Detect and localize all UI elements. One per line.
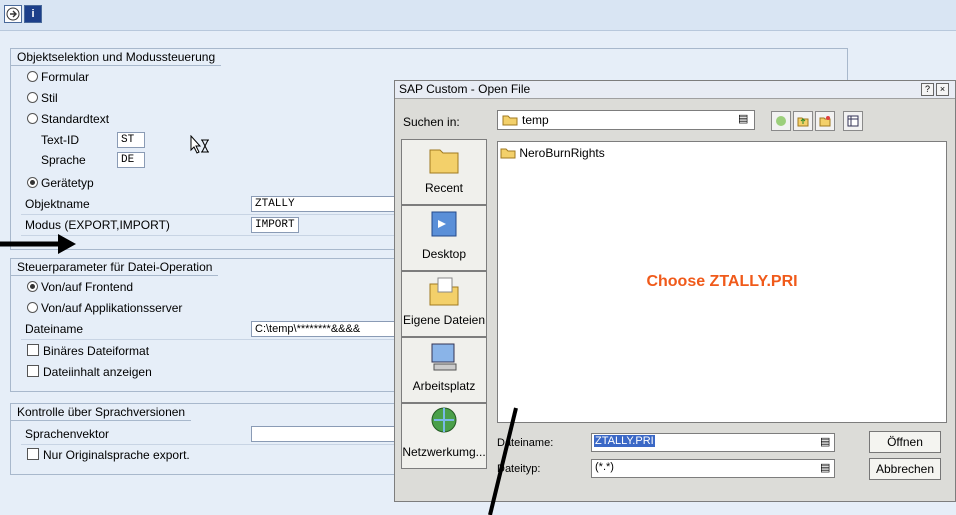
dateiname-label: Dateiname <box>25 322 84 336</box>
checkbox-label: Binäres Dateiformat <box>43 344 150 358</box>
radio-label: Gerätetyp <box>41 176 94 190</box>
radio-formular[interactable]: Formular <box>27 67 89 87</box>
group-title: Kontrolle über Sprachversionen <box>11 404 192 421</box>
sprache-field[interactable]: DE <box>117 152 145 168</box>
group-title: Steuerparameter für Datei-Operation <box>11 259 219 276</box>
application-toolbar: i <box>0 0 956 31</box>
arrow-annotation-icon <box>0 234 76 254</box>
radio-stil[interactable]: Stil <box>27 88 58 108</box>
dropdown-icon[interactable]: ▤ <box>820 461 830 474</box>
dateiname-field[interactable]: C:\temp\********&&&& <box>251 321 399 337</box>
checkbox[interactable] <box>27 344 39 356</box>
radio-geraetetyp[interactable]: Gerätetyp <box>27 173 94 193</box>
radio-label: Von/auf Frontend <box>41 280 134 294</box>
place-label: Netzwerkumg... <box>402 445 486 459</box>
folder-icon <box>500 148 516 159</box>
radio-label: Standardtext <box>41 112 110 126</box>
info-icon[interactable]: i <box>24 5 42 23</box>
my-computer-icon <box>431 343 457 371</box>
modus-label: Modus (EXPORT,IMPORT) <box>25 218 170 232</box>
radio-button[interactable] <box>27 177 38 188</box>
dialog-title: SAP Custom - Open File <box>395 81 955 99</box>
desktop-icon <box>431 211 457 237</box>
checkbox[interactable] <box>27 448 39 460</box>
lookin-value: temp <box>522 113 549 127</box>
modus-field[interactable]: IMPORT <box>251 217 299 233</box>
radio-button[interactable] <box>27 92 38 103</box>
filename-value: ZTALLY.PRI <box>594 435 655 447</box>
radio-button[interactable] <box>27 71 38 82</box>
filetype-value: (*.*) <box>595 461 614 473</box>
radio-button[interactable] <box>27 281 38 292</box>
place-label: Arbeitsplatz <box>412 379 476 393</box>
group-title: Objektselektion und Modussteuerung <box>11 49 222 66</box>
textid-label: Text-ID <box>41 133 80 147</box>
place-eigene-dateien[interactable]: Eigene Dateien <box>401 271 487 337</box>
close-icon[interactable]: × <box>936 83 949 96</box>
radio-label: Formular <box>41 70 90 84</box>
my-documents-icon <box>429 277 459 306</box>
radio-button[interactable] <box>27 113 38 124</box>
objektname-label: Objektname <box>25 197 90 211</box>
up-folder-icon[interactable] <box>793 111 813 131</box>
file-list[interactable]: NeroBurnRights Choose ZTALLY.PRI <box>497 141 947 423</box>
place-recent[interactable]: Recent <box>401 139 487 205</box>
checkbox-label: Nur Originalsprache export. <box>43 448 190 462</box>
sprache-label: Sprache <box>41 153 86 167</box>
place-label: Eigene Dateien <box>402 313 486 327</box>
place-arbeitsplatz[interactable]: Arbeitsplatz <box>401 337 487 403</box>
check-binaer[interactable]: Binäres Dateiformat <box>27 341 149 361</box>
recent-folder-icon <box>429 149 459 174</box>
place-label: Recent <box>424 181 464 195</box>
sprachenvektor-label: Sprachenvektor <box>25 427 110 441</box>
checkbox[interactable] <box>27 365 39 377</box>
place-netzwerk[interactable]: Netzwerkumg... <box>401 403 487 469</box>
network-icon <box>431 407 457 433</box>
hourglass-cursor-icon <box>189 134 211 158</box>
radio-label: Von/auf Applikationsserver <box>41 301 183 315</box>
back-icon[interactable] <box>771 111 791 131</box>
radio-button[interactable] <box>27 302 38 313</box>
checkbox-label: Dateiinhalt anzeigen <box>43 365 152 379</box>
folder-icon <box>502 115 518 126</box>
radio-standardtext[interactable]: Standardtext <box>27 109 109 129</box>
open-file-dialog: SAP Custom - Open File ? × Suchen in: te… <box>394 80 956 502</box>
help-icon[interactable]: ? <box>921 83 934 96</box>
filename-field[interactable]: ZTALLY.PRI ▤ <box>591 433 835 452</box>
check-original[interactable]: Nur Originalsprache export. <box>27 445 190 465</box>
new-folder-icon[interactable] <box>815 111 835 131</box>
open-button[interactable]: Öffnen <box>869 431 941 453</box>
line-annotation <box>488 407 518 515</box>
view-menu-icon[interactable] <box>843 111 863 131</box>
execute-icon[interactable] <box>4 5 22 23</box>
lookin-select[interactable]: temp ▤ <box>497 110 755 130</box>
file-item-label: NeroBurnRights <box>519 146 605 160</box>
textid-field[interactable]: ST <box>117 132 145 148</box>
filetype-select[interactable]: (*.*) ▤ <box>591 459 835 478</box>
radio-label: Stil <box>41 91 58 105</box>
dropdown-icon[interactable]: ▤ <box>820 435 830 448</box>
objektname-field[interactable]: ZTALLY <box>251 196 399 212</box>
dropdown-icon[interactable]: ▤ <box>738 112 748 125</box>
instruction-annotation: Choose ZTALLY.PRI <box>646 273 798 290</box>
radio-appserver[interactable]: Von/auf Applikationsserver <box>27 298 182 318</box>
place-label: Desktop <box>421 247 467 261</box>
radio-frontend[interactable]: Von/auf Frontend <box>27 277 133 297</box>
lookin-label: Suchen in: <box>403 115 460 129</box>
sprachenvektor-field[interactable] <box>251 426 399 442</box>
list-item[interactable]: NeroBurnRights <box>500 146 605 160</box>
check-inhalt[interactable]: Dateiinhalt anzeigen <box>27 362 152 382</box>
cancel-button[interactable]: Abbrechen <box>869 458 941 480</box>
place-desktop[interactable]: Desktop <box>401 205 487 271</box>
